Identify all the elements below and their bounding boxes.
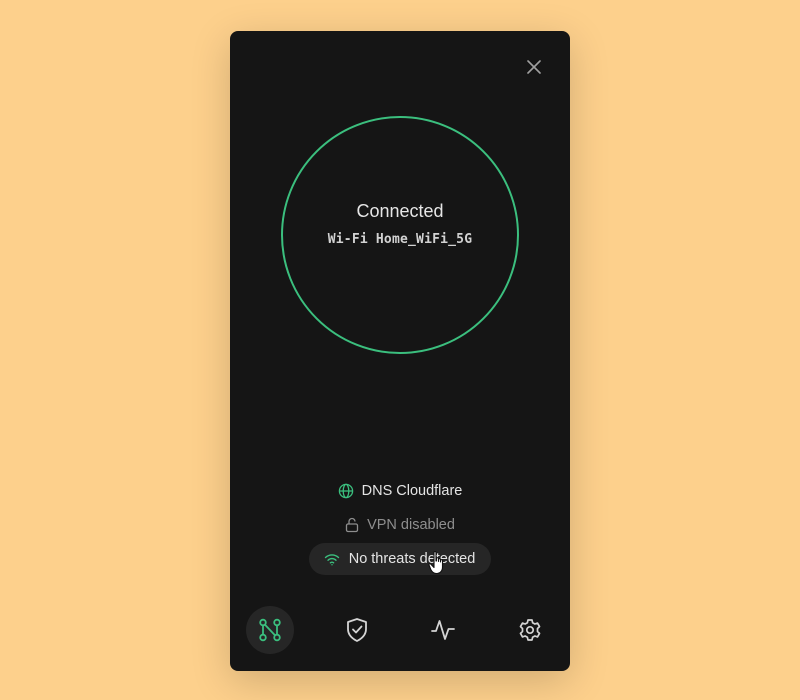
pointer-cursor-icon	[428, 551, 444, 575]
connection-status-title: Connected	[356, 201, 444, 221]
nav-activity-button[interactable]	[419, 606, 467, 654]
nav-settings-button[interactable]	[506, 606, 554, 654]
close-icon	[527, 60, 541, 74]
vpn-status: VPN disabled	[230, 509, 570, 541]
bottom-navigation	[230, 606, 570, 656]
network-nodes-icon	[259, 618, 281, 642]
close-button[interactable]	[522, 55, 546, 79]
activity-icon	[431, 620, 455, 640]
shield-check-icon	[347, 618, 367, 642]
app-panel: Connected Wi-Fi Home_WiFi_5G DNS Cloudfl…	[230, 31, 570, 671]
network-name: Wi-Fi Home_WiFi_5G	[327, 232, 473, 247]
dns-label: DNS Cloudflare	[361, 483, 463, 499]
nav-protection-button[interactable]	[333, 606, 381, 654]
connection-status-ring: Connected Wi-Fi Home_WiFi_5G	[281, 116, 519, 354]
threats-label: No threats detected	[348, 551, 476, 567]
gear-icon	[519, 619, 541, 641]
wifi-icon	[324, 553, 340, 566]
vpn-label: VPN disabled	[367, 517, 455, 533]
dns-status: DNS Cloudflare	[230, 475, 570, 507]
globe-icon	[338, 483, 354, 499]
lock-icon	[345, 517, 359, 533]
nav-network-button[interactable]	[246, 606, 294, 654]
threat-status-row: No threats detected	[230, 543, 570, 575]
threat-status-button[interactable]: No threats detected	[308, 543, 492, 575]
